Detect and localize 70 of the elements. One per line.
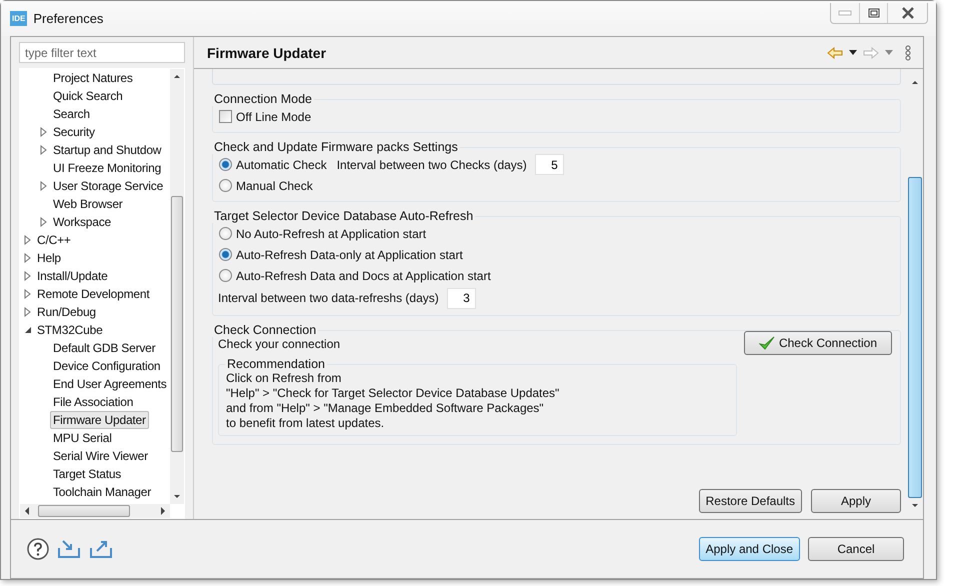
group-title: Recommendation [226,357,326,371]
maximize-icon [868,8,880,18]
apply-and-close-button[interactable]: Apply and Close [698,537,800,561]
tree-item[interactable]: Project Natures [50,69,136,87]
back-arrow-icon[interactable] [827,46,843,58]
radio-label[interactable]: Auto-Refresh Data-only at Application start [236,248,463,262]
help-icon[interactable] [27,538,49,560]
radio-button[interactable] [219,269,232,282]
cancel-button[interactable]: Cancel [808,537,904,561]
tree-horizontal-scrollbar[interactable] [20,504,170,518]
tree-item[interactable]: Search [50,105,93,123]
radio-label[interactable]: No Auto-Refresh at Application start [236,226,426,240]
check-connection-button[interactable]: Check Connection [744,331,892,355]
radio-button[interactable] [219,248,232,261]
group-title: Check Connection [213,323,318,337]
tree-item[interactable]: User Storage Service [50,177,166,195]
tree-scrollbar[interactable] [170,69,184,504]
tree-item[interactable]: STM32Cube [34,321,106,339]
recommendation-text: Click on Refresh from "Help" > "Check for Target Selector Device Database Updates" and from "Help" > "Manage Embedded Software Packages" to benefit from latest updates. [226,371,560,431]
tree-item[interactable]: End User Agreements [50,375,170,393]
app-badge: IDE [10,11,28,26]
radio-label[interactable]: Auto-Refresh Data and Docs at Application start [236,268,491,282]
tree-item[interactable]: Toolchain Manager [50,483,154,501]
radio-label[interactable]: Manual Check [236,178,313,192]
tree-item[interactable]: Startup and Shutdow [50,141,164,159]
radio-button[interactable] [219,158,232,171]
tree-item[interactable]: Device Configuration [50,357,164,375]
field-label: Interval between two data-refreshs (days) [218,291,439,305]
tree-item[interactable]: Install/Update [34,267,111,285]
group-title: Connection Mode [213,92,313,106]
filter-field[interactable]: type filter text [19,42,185,63]
tree-item[interactable]: MPU Serial [50,429,115,447]
radio-button[interactable] [219,179,232,192]
tree-item[interactable]: C/C++ [34,231,74,249]
description-text: Check your connection [218,337,340,351]
tree-item[interactable]: UI Freeze Monitoring [50,159,164,177]
tree-item[interactable]: Security [50,123,98,141]
minimize-icon [838,10,852,16]
tree-item[interactable]: Target Status [50,465,124,483]
close-icon [900,7,914,19]
tree-item[interactable]: Workspace [50,213,114,231]
checkmark-icon [758,336,775,350]
scroll-right-icon[interactable] [159,506,167,516]
page-title: Firmware Updater [207,44,326,60]
tree-item[interactable]: File Association [50,393,136,411]
tree-item[interactable]: Help [34,249,64,267]
group-title: Target Selector Device Database Auto-Refresh [213,209,474,223]
tree-item[interactable]: Default GDB Server [50,339,158,357]
tree-item[interactable]: Quick Search [50,87,126,105]
tree-item[interactable]: Web Browser [50,195,126,213]
tree-item[interactable]: Remote Development [34,285,152,303]
checkbox-label[interactable]: Off Line Mode [236,110,312,124]
import-icon[interactable] [57,539,81,559]
restore-defaults-button[interactable]: Restore Defaults [698,489,802,513]
tree-item[interactable]: Run/Debug [34,303,99,321]
scroll-left-icon[interactable] [23,506,31,516]
window-title: Preferences [33,11,104,26]
export-icon[interactable] [89,539,113,559]
radio-button[interactable] [219,227,232,240]
interval-field[interactable]: 3 [446,288,476,308]
menu-icon[interactable] [905,44,911,60]
apply-button[interactable]: Apply [811,489,901,513]
checkbox[interactable] [219,110,232,123]
tree-item[interactable]: Firmware Updater [50,411,149,429]
radio-label[interactable]: Automatic Check [236,158,327,172]
dropdown-icon[interactable] [849,50,857,55]
tree-item[interactable]: Serial Wire Viewer [50,447,151,465]
interval-field[interactable]: 5 [534,154,564,175]
group-title: Check and Update Firmware packs Settings [213,140,459,154]
field-label: Interval between two Checks (days) [336,158,527,172]
